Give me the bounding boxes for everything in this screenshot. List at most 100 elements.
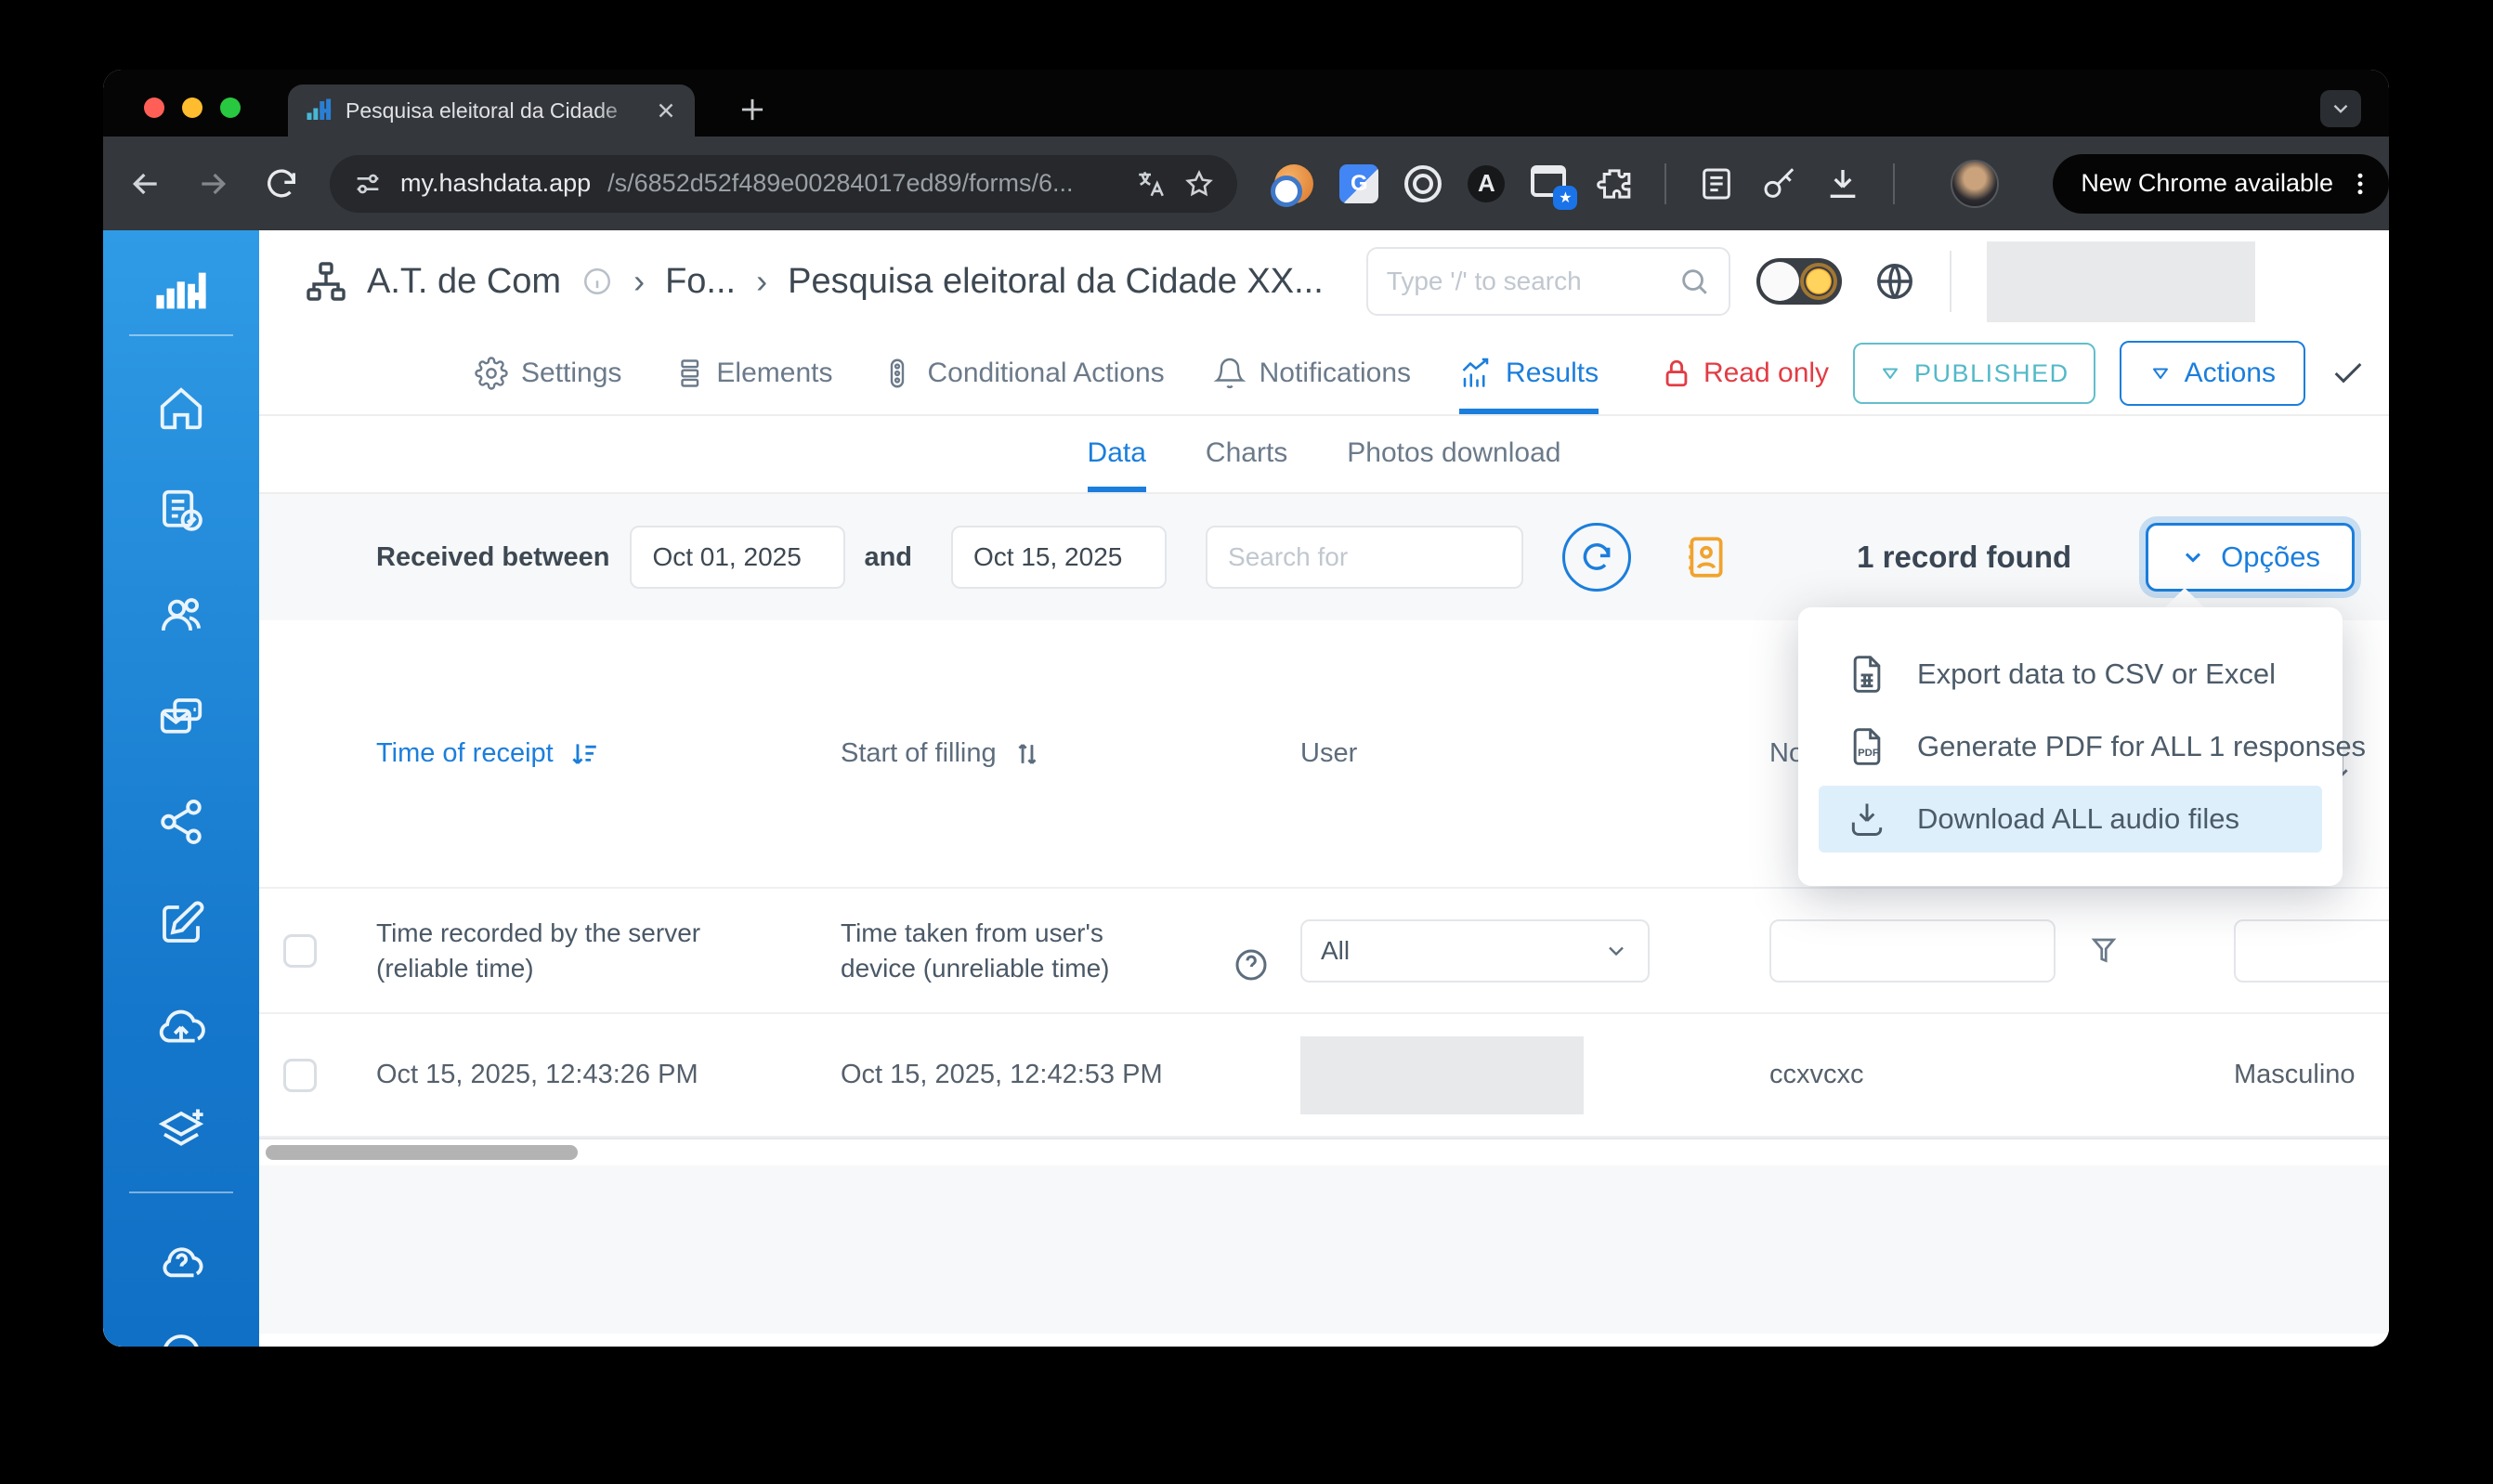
row-checkbox[interactable] (283, 1058, 317, 1092)
theme-toggle[interactable] (1756, 258, 1842, 305)
user-filter-select[interactable]: All (1300, 918, 1650, 983)
content-background (259, 1165, 2389, 1334)
subtab-photos-download[interactable]: Photos download (1347, 416, 1560, 492)
device-time-note: Time taken from user's device (unreliabl… (841, 918, 1110, 983)
sidebar-item-home-icon[interactable] (156, 384, 206, 434)
published-button[interactable]: PUBLISHED (1853, 343, 2095, 404)
forward-button[interactable] (194, 165, 231, 202)
tab-title: Pesquisa eleitoral da Cidade (346, 98, 618, 123)
breadcrumb-org[interactable]: A.T. de Com (367, 262, 561, 302)
contact-card-icon[interactable] (1683, 531, 1729, 583)
subtab-data[interactable]: Data (1087, 416, 1146, 492)
target-extension-icon[interactable] (1404, 164, 1442, 202)
divider (1949, 251, 1951, 312)
triangle-down-icon (1883, 368, 1899, 379)
tab-notifications[interactable]: Notifications (1213, 332, 1411, 414)
list-extension-icon[interactable] (1698, 165, 1735, 202)
select-all-checkbox[interactable] (283, 933, 317, 968)
sidebar-item-share-icon[interactable] (156, 797, 206, 847)
a-extension-icon[interactable]: A (1468, 164, 1506, 202)
sidebar-item-edit-icon[interactable] (156, 899, 206, 949)
tab-results[interactable]: Results (1459, 332, 1599, 414)
triangle-down-icon (2152, 368, 2168, 379)
table-row[interactable]: Oct 15, 2025, 12:43:26 PM Oct 15, 2025, … (259, 1012, 2389, 1138)
subtab-label: Photos download (1347, 437, 1561, 468)
tab-search-button[interactable] (2320, 90, 2361, 127)
options-label: Opções (2221, 540, 2320, 573)
profile-avatar[interactable] (1951, 159, 2000, 208)
refresh-button[interactable] (1562, 523, 1632, 592)
global-search (1365, 247, 1730, 316)
search-for-input[interactable] (1206, 526, 1524, 589)
subtab-charts[interactable]: Charts (1206, 416, 1287, 492)
password-key-icon[interactable] (1761, 165, 1798, 202)
search-icon[interactable] (1678, 266, 1710, 297)
menu-item-download-audio[interactable]: Download ALL audio files (1819, 786, 2322, 853)
puzzle-extensions-icon[interactable] (1596, 165, 1633, 202)
divider (129, 334, 233, 336)
sidebar-item-forms-icon[interactable] (156, 486, 206, 536)
options-button[interactable]: Opções (2146, 523, 2355, 592)
sidebar-item-clipped-icon[interactable] (156, 1328, 206, 1347)
minimize-window-button[interactable] (182, 98, 202, 118)
check-icon[interactable] (2330, 355, 2367, 392)
downloads-icon[interactable] (1824, 165, 1861, 202)
info-icon[interactable] (581, 266, 613, 297)
url-bar[interactable]: my.hashdata.app/s/6852d52f489e00284017ed… (330, 154, 1238, 213)
site-settings-icon[interactable] (352, 168, 384, 200)
language-globe-icon[interactable] (1873, 260, 1916, 303)
column-filter-input[interactable] (1769, 918, 2056, 983)
reload-button[interactable] (263, 165, 300, 202)
actions-button[interactable]: Actions (2119, 341, 2305, 406)
tab-label: Elements (716, 358, 833, 388)
column-start-of-filling[interactable]: Start of filling (841, 738, 1300, 770)
hashdata-logo (156, 272, 206, 309)
column-user[interactable]: User (1300, 738, 1769, 769)
favicon-bar-chart-icon (307, 98, 332, 120)
star-badge-icon: ★ (1553, 185, 1578, 210)
sort-both-icon[interactable] (1012, 738, 1043, 770)
subtab-label: Data (1087, 437, 1146, 468)
date-to-input[interactable] (951, 526, 1168, 589)
sidebar-item-layers-add-icon[interactable] (156, 1105, 206, 1155)
sidebar-item-cloud-upload-icon[interactable] (156, 1002, 206, 1052)
tab-settings[interactable]: Settings (475, 332, 621, 414)
help-circle-icon[interactable] (1233, 946, 1270, 983)
filter-funnel-icon[interactable] (2087, 934, 2121, 968)
sidebar-item-users-icon[interactable] (156, 590, 206, 640)
refresh-icon (1583, 543, 1611, 570)
global-search-input[interactable] (1386, 267, 1667, 296)
url-path: /s/6852d52f489e00284017ed89/forms/6... (607, 169, 1074, 197)
user-filter-value: All (1321, 935, 1351, 965)
sidebar-item-help-cloud-icon[interactable] (156, 1236, 206, 1286)
chrome-update-button[interactable]: New Chrome available (2053, 153, 2389, 214)
tab-elements[interactable]: Elements (670, 332, 832, 414)
google-translate-extension-icon[interactable]: G (1339, 163, 1379, 203)
breadcrumb-form-title[interactable]: Pesquisa eleitoral da Cidade XX... (788, 262, 1324, 302)
column-filter-input[interactable] (2234, 918, 2389, 983)
bookmark-star-icon[interactable] (1183, 168, 1215, 200)
translate-icon[interactable] (1135, 168, 1167, 200)
traffic-light-icon (891, 358, 905, 388)
menu-item-export-csv[interactable]: Export data to CSV or Excel (1819, 641, 2322, 708)
new-tab-button[interactable] (735, 92, 770, 127)
sort-desc-icon[interactable] (568, 738, 600, 770)
fox-extension-icon[interactable] (1271, 163, 1314, 207)
maximize-window-button[interactable] (220, 98, 241, 118)
close-window-button[interactable] (144, 98, 164, 118)
window-star-extension-icon[interactable]: ★ (1531, 164, 1578, 210)
column-time-of-receipt[interactable]: Time of receipt (376, 738, 841, 770)
menu-item-generate-pdf[interactable]: PDF Generate PDF for ALL 1 responses (1819, 713, 2366, 780)
extensions-area: G A ★ New Chrome available (1271, 153, 2389, 214)
browser-tab[interactable]: Pesquisa eleitoral da Cidade (288, 85, 695, 137)
horizontal-scrollbar[interactable] (266, 1145, 578, 1160)
app-header: A.T. de Com › Fo... › Pesquisa eleitoral… (259, 230, 2389, 332)
options-dropdown-menu: Export data to CSV or Excel PDF Generate… (1798, 607, 2366, 886)
date-from-input[interactable] (630, 526, 846, 589)
back-button[interactable] (127, 165, 164, 202)
menu-kebab-icon[interactable] (2346, 170, 2374, 198)
tab-conditional-actions[interactable]: Conditional Actions (881, 332, 1165, 414)
sidebar-item-messages-icon[interactable] (156, 692, 206, 742)
breadcrumb-folder[interactable]: Fo... (665, 262, 736, 302)
tab-close-icon[interactable] (654, 98, 678, 123)
